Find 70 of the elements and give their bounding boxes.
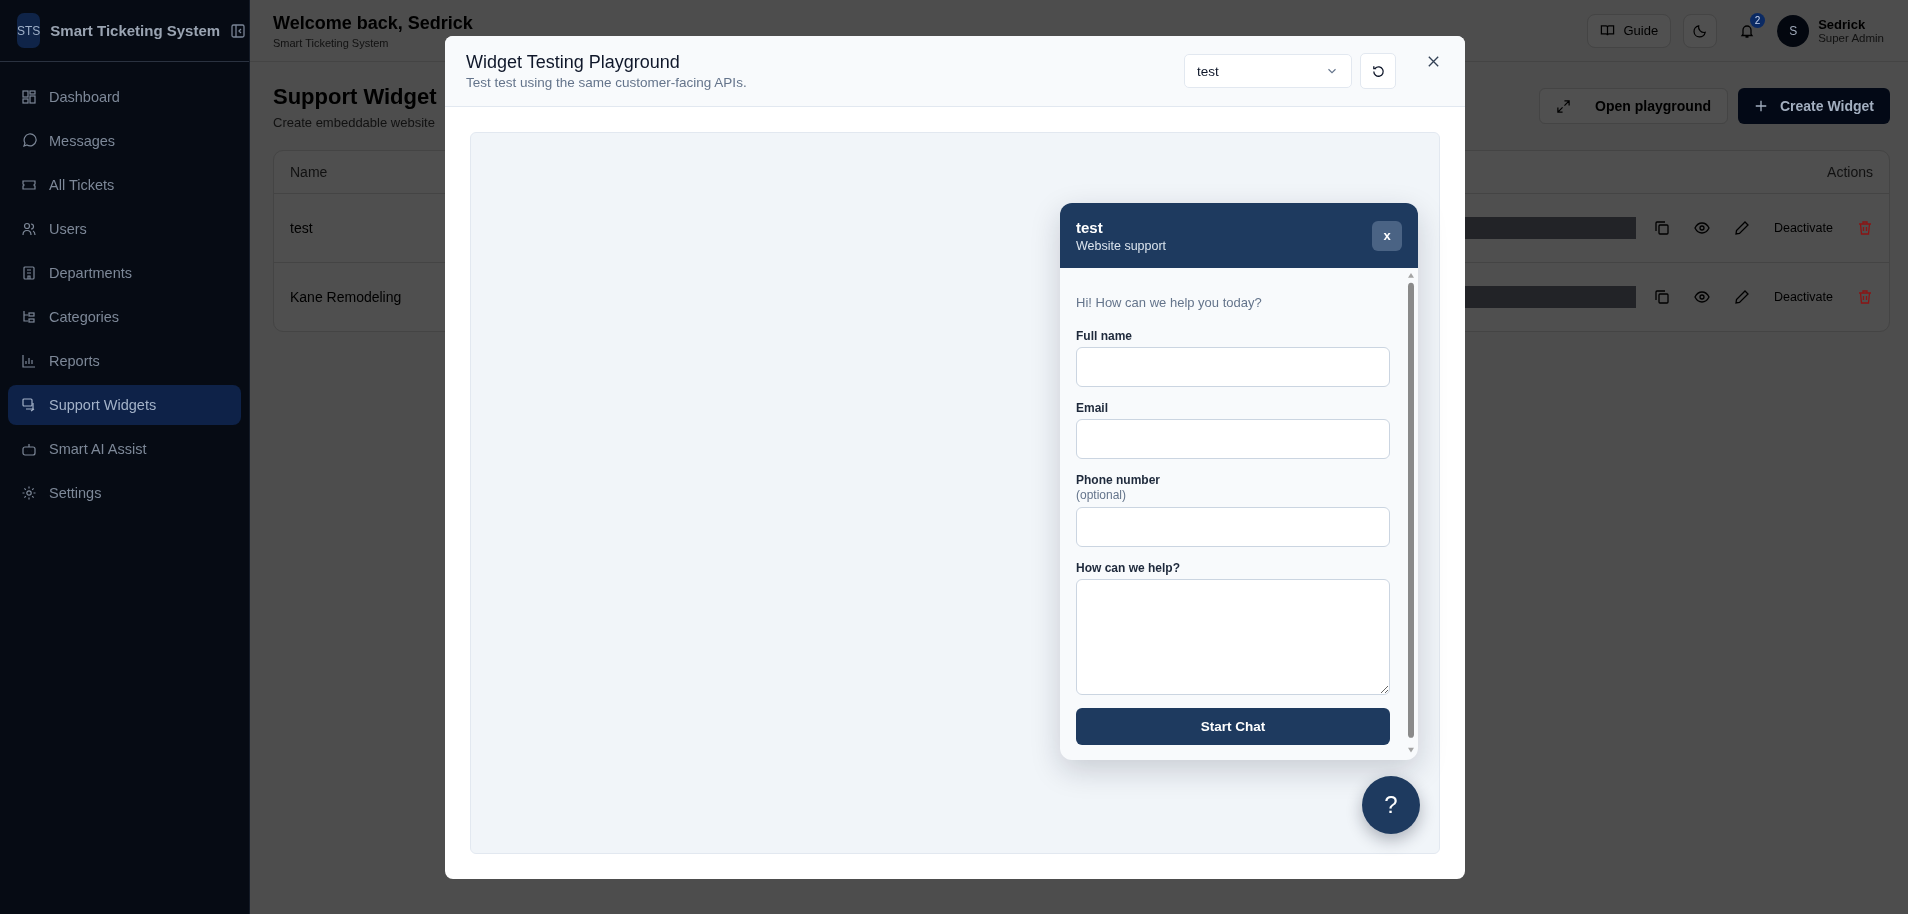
table-cell: Kane Remodeling (290, 289, 402, 305)
user-role: Super Admin (1818, 32, 1884, 44)
moon-icon (1692, 23, 1708, 38)
book-icon (1600, 23, 1616, 38)
sidebar-item[interactable]: Users (8, 209, 241, 249)
plus-icon (1754, 99, 1768, 113)
logo-badge: STS (17, 13, 41, 48)
column-header: Actions (1827, 164, 1873, 180)
field-label: How can we help? (1076, 561, 1181, 575)
sidebar-item[interactable]: Smart AI Assist (8, 429, 241, 469)
input-field[interactable] (1076, 419, 1390, 459)
avatar[interactable]: S (1777, 14, 1810, 47)
field-label: Full name (1076, 329, 1133, 343)
greeting-text: Hi! How can we help you today? (1076, 295, 1263, 310)
eye-icon[interactable] (1693, 289, 1710, 305)
copy-icon[interactable] (1653, 289, 1670, 305)
sidebar-item[interactable]: All Tickets (8, 165, 241, 205)
chat-bubble-icon (21, 133, 37, 149)
help-launcher-button[interactable]: ? (1362, 776, 1420, 834)
create-widget-button[interactable]: Create Widget (1738, 88, 1890, 124)
widget-title: test (1076, 218, 1104, 236)
column-header: Name (290, 164, 328, 180)
reset-button[interactable] (1360, 53, 1396, 89)
sidebar-item[interactable]: Departments (8, 253, 241, 293)
input-field[interactable] (1076, 507, 1390, 547)
widget-select[interactable]: test (1184, 54, 1352, 88)
users-icon (21, 221, 37, 237)
building-icon (21, 265, 37, 281)
bar-chart-icon (21, 353, 37, 369)
user-name: Sedrick (1818, 17, 1867, 32)
theme-toggle-button[interactable] (1683, 13, 1718, 48)
collapse-sidebar-icon[interactable] (230, 22, 247, 39)
notification-badge: 2 (1750, 12, 1766, 28)
sidebar-item[interactable]: Settings (8, 473, 241, 513)
expand-icon (1556, 98, 1572, 114)
app-subtitle: Smart Ticketing System (273, 36, 390, 49)
sidebar-item[interactable]: Reports (8, 341, 241, 381)
pencil-icon[interactable] (1733, 220, 1750, 236)
widget-icon (21, 397, 37, 413)
widget-subtitle: Website support (1076, 238, 1168, 253)
gear-icon (21, 485, 37, 501)
tree-icon (21, 309, 37, 325)
ticket-icon (21, 177, 37, 193)
widget-close-button[interactable]: x (1372, 220, 1402, 251)
robot-icon (21, 441, 37, 457)
start-chat-button[interactable]: Start Chat (1076, 708, 1390, 745)
copy-icon[interactable] (1653, 220, 1670, 236)
app-title: Smart Ticketing System (50, 22, 221, 39)
sidebar-item[interactable]: Messages (8, 121, 241, 161)
field-label: Phone number (1076, 473, 1161, 487)
bell-icon[interactable] (1739, 22, 1756, 39)
input-field[interactable] (1076, 347, 1390, 387)
trash-icon[interactable] (1857, 289, 1873, 305)
welcome-heading: Welcome back, Sedrick (273, 12, 473, 34)
pencil-icon[interactable] (1733, 289, 1750, 305)
page-subtitle: Create embeddable website (273, 115, 436, 130)
sidebar-item[interactable]: Dashboard (8, 77, 241, 117)
reload-icon (1370, 63, 1386, 79)
sidebar-item[interactable]: Support Widgets (8, 385, 241, 425)
sidebar-item[interactable]: Categories (8, 297, 241, 337)
trash-icon[interactable] (1857, 220, 1873, 236)
dialog-title: Widget Testing Playground (466, 52, 681, 73)
eye-icon[interactable] (1693, 220, 1710, 236)
grid-icon (21, 89, 37, 105)
page-title: Support Widget (273, 84, 437, 110)
field-note: (optional) (1076, 488, 1128, 502)
dialog-subtitle: Test test using the same customer-facing APIs. (466, 75, 748, 90)
field-label: Email (1076, 401, 1109, 415)
message-field[interactable] (1076, 579, 1390, 695)
table-cell: test (290, 220, 313, 236)
